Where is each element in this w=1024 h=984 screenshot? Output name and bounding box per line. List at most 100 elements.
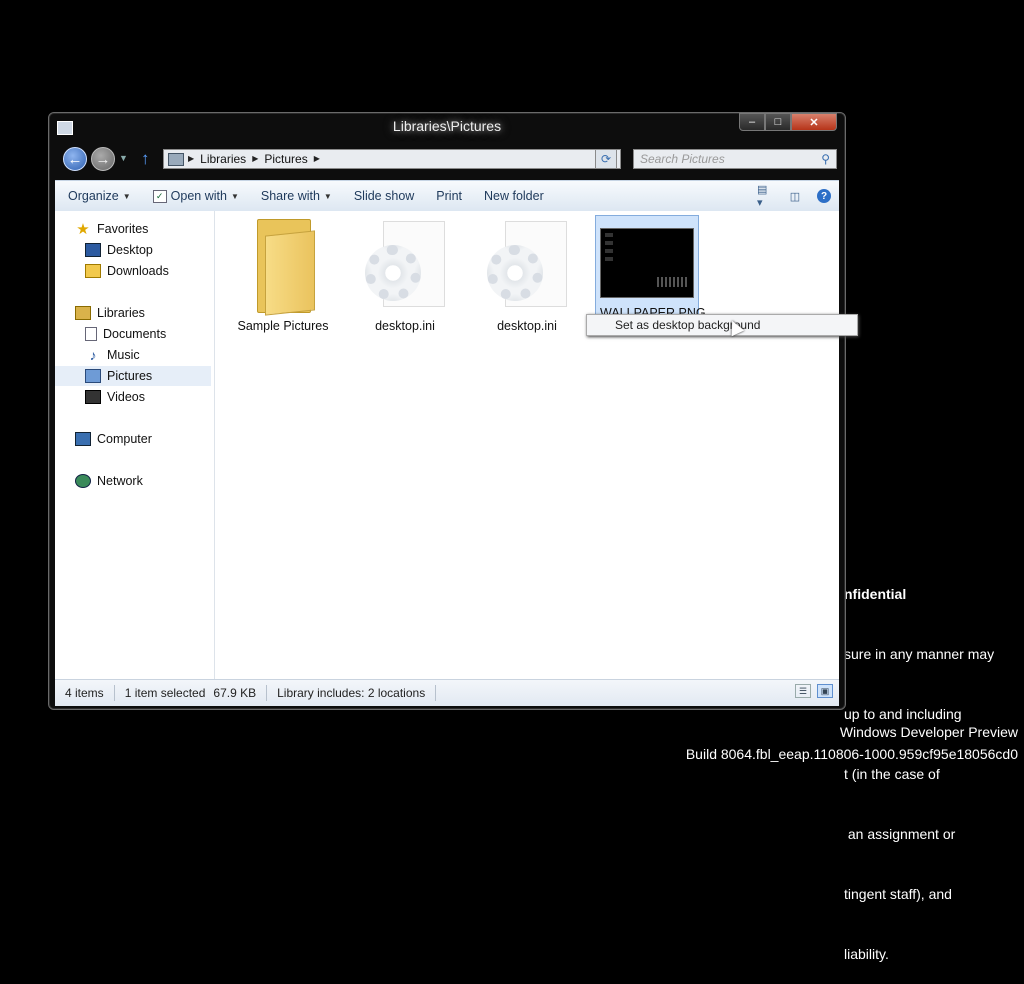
nav-music[interactable]: ♪ Music — [85, 345, 140, 365]
image-thumbnail — [600, 228, 694, 298]
library-icon — [168, 153, 184, 166]
chevron-down-icon: ▼ — [230, 191, 239, 201]
nav-computer-label: Computer — [97, 432, 152, 446]
explorer-window: Libraries\Pictures – □ ✕ ← → ▼ ↑ ▶ Libra… — [48, 112, 846, 710]
chevron-right-icon[interactable]: ▶ — [314, 154, 320, 166]
maximize-button[interactable]: □ — [765, 113, 791, 131]
refresh-button[interactable]: ⟳ — [595, 149, 617, 169]
print-button[interactable]: Print — [425, 189, 473, 203]
music-icon: ♪ — [89, 347, 97, 363]
videos-icon — [85, 390, 101, 404]
status-selected-label: 1 item selected — [124, 686, 206, 700]
confidential-line: sure in any manner may — [844, 646, 995, 662]
confidential-title: nfidential — [844, 586, 907, 602]
status-item-count: 4 items — [55, 685, 115, 701]
nav-music-label: Music — [107, 348, 140, 362]
file-item[interactable]: desktop.ini — [349, 221, 461, 333]
file-name: Sample Pictures — [237, 319, 329, 333]
file-item[interactable]: Sample Pictures — [227, 219, 339, 333]
share-with-button[interactable]: Share with ▼ — [250, 189, 343, 203]
navigation-bar: ← → ▼ ↑ ▶ Libraries ▶ Pictures ▶ ▼ ⟳ ⚲ — [59, 147, 839, 173]
view-switcher: ☰ ▣ — [795, 684, 833, 698]
folder-icon — [253, 219, 315, 316]
confidential-notice: nfidential sure in any manner may up to … — [844, 544, 994, 984]
breadcrumb: ▶ Libraries ▶ Pictures ▶ — [188, 152, 320, 166]
navigation-pane: ★ Favorites Desktop Downloads Libraries … — [55, 211, 215, 679]
share-with-label: Share with — [260, 189, 320, 203]
tooltip: Set as desktop background — [586, 314, 858, 336]
nav-documents[interactable]: Documents — [85, 324, 166, 344]
search-box: ⚲ — [633, 149, 837, 169]
recent-locations-dropdown-icon[interactable]: ▼ — [119, 153, 128, 163]
nav-downloads[interactable]: Downloads — [85, 261, 169, 281]
confidential-line: tingent staff), and — [844, 886, 952, 902]
organize-label: Organize — [68, 189, 119, 203]
nav-desktop[interactable]: Desktop — [85, 240, 153, 260]
preview-pane-icon[interactable]: ◫ — [787, 189, 803, 203]
nav-favorites[interactable]: ★ Favorites — [75, 219, 148, 239]
nav-libraries-label: Libraries — [97, 306, 145, 320]
pictures-icon — [85, 369, 101, 383]
status-size: 67.9 KB — [213, 686, 257, 700]
nav-network-label: Network — [97, 474, 143, 488]
os-watermark-line1: Windows Developer Preview — [839, 724, 1018, 740]
search-input[interactable] — [634, 150, 816, 168]
confidential-line: liability. — [844, 946, 889, 962]
nav-desktop-label: Desktop — [107, 243, 153, 257]
slide-show-button[interactable]: Slide show — [343, 189, 425, 203]
large-icons-view-icon[interactable]: ▣ — [817, 684, 833, 698]
downloads-icon — [85, 264, 101, 278]
network-icon — [75, 474, 91, 488]
nav-videos-label: Videos — [107, 390, 145, 404]
open-with-label: Open with — [170, 189, 227, 203]
confidential-line: t (in the case of — [844, 766, 940, 782]
organize-button[interactable]: Organize ▼ — [55, 189, 142, 203]
computer-icon — [75, 432, 91, 446]
nav-libraries[interactable]: Libraries — [75, 303, 145, 323]
change-view-icon[interactable]: ▤ ▾ — [757, 184, 773, 209]
back-button[interactable]: ← — [63, 147, 87, 171]
minimize-button[interactable]: – — [739, 113, 765, 131]
documents-icon — [85, 327, 97, 341]
status-selection: 1 item selected 67.9 KB — [115, 685, 268, 701]
nav-network[interactable]: Network — [75, 471, 143, 491]
forward-button[interactable]: → — [91, 147, 115, 171]
nav-pictures-label: Pictures — [107, 369, 153, 383]
search-icon[interactable]: ⚲ — [821, 152, 830, 166]
libraries-icon — [75, 306, 91, 320]
close-button[interactable]: ✕ — [791, 113, 837, 131]
file-item[interactable]: desktop.ini — [471, 221, 583, 333]
breadcrumb-pictures[interactable]: Pictures — [264, 152, 307, 166]
nav-downloads-label: Downloads — [107, 264, 169, 278]
open-with-button[interactable]: ✓ Open with ▼ — [142, 189, 250, 203]
new-folder-button[interactable]: New folder — [473, 189, 555, 203]
chevron-down-icon: ▼ — [122, 191, 131, 201]
toolbar-right: ▤ ▾ ◫ ? — [757, 181, 839, 211]
window-title: Libraries\Pictures — [392, 118, 502, 134]
nav-videos[interactable]: Videos — [85, 387, 145, 407]
nav-computer[interactable]: Computer — [75, 429, 152, 449]
confidential-line: up to and including — [844, 706, 962, 722]
chevron-right-icon[interactable]: ▶ — [188, 154, 194, 166]
caption-buttons: – □ ✕ — [739, 113, 837, 131]
settings-file-icon — [365, 221, 445, 311]
help-icon[interactable]: ? — [817, 189, 831, 203]
details-view-icon[interactable]: ☰ — [795, 684, 811, 698]
breadcrumb-libraries[interactable]: Libraries — [200, 152, 246, 166]
nav-favorites-label: Favorites — [97, 222, 149, 236]
desktop-icon — [85, 243, 101, 257]
nav-pictures[interactable]: Pictures — [55, 366, 211, 386]
status-library: Library includes: 2 locations — [267, 685, 437, 701]
confidential-line: an assignment or — [844, 826, 956, 842]
chevron-down-icon: ▼ — [323, 191, 332, 201]
nav-documents-label: Documents — [103, 327, 167, 341]
status-bar: 4 items 1 item selected 67.9 KB Library … — [55, 679, 839, 706]
star-icon: ★ — [76, 221, 90, 238]
chevron-right-icon[interactable]: ▶ — [252, 154, 258, 166]
os-watermark-line2: Build 8064.fbl_eeap.110806-1000.959cf95e… — [685, 746, 1018, 762]
up-button[interactable]: ↑ — [141, 149, 150, 169]
file-list: Sample Pictures desktop.ini desktop.ini … — [215, 211, 839, 679]
command-bar: Organize ▼ ✓ Open with ▼ Share with ▼ Sl… — [55, 180, 839, 211]
open-with-app-icon: ✓ — [152, 189, 167, 203]
address-bar[interactable]: ▶ Libraries ▶ Pictures ▶ ▼ — [163, 149, 621, 169]
